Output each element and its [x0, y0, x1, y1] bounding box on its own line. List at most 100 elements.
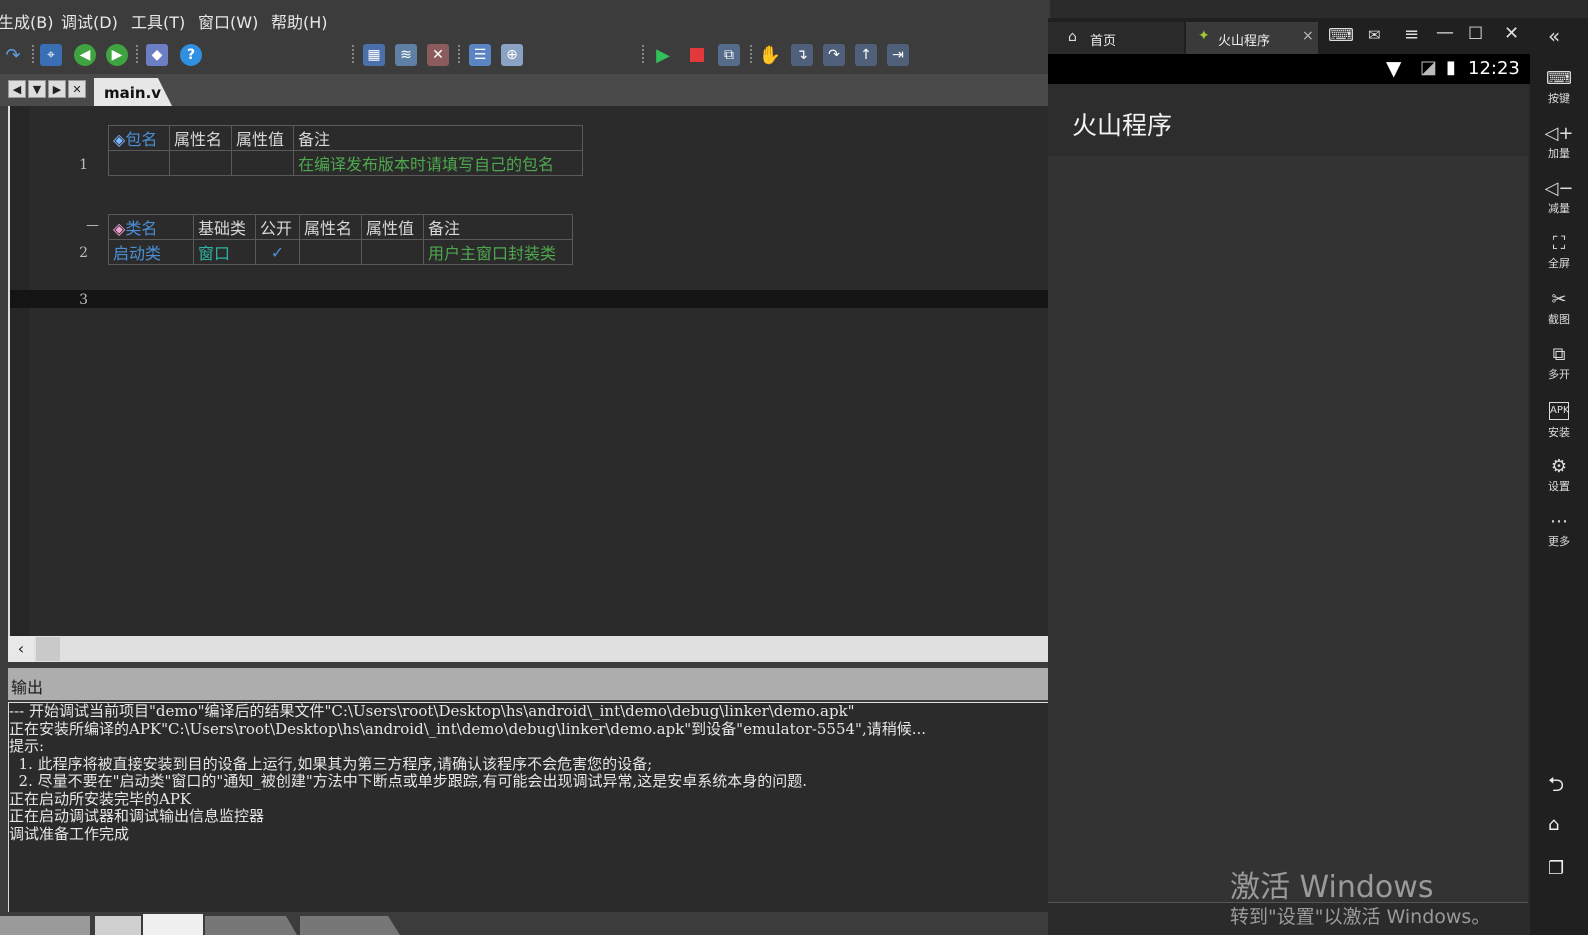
emulator-sidebar: « ⌨ 按键 ◁+ 加量 ◁− 减量 ⛶ 全屏 ✂ 截图 ⧉ 多开 APK 安装 ⚙ 设置 ⋯ 更…: [1530, 18, 1588, 935]
sidebar-install-apk[interactable]: APK 安装: [1530, 400, 1588, 440]
list-icon[interactable]: ☰: [469, 44, 491, 66]
toolbar-separator: [32, 45, 34, 65]
collapse-marker[interactable]: —: [86, 218, 99, 233]
menu-build[interactable]: 生成(B): [0, 9, 53, 33]
help-icon[interactable]: ?: [180, 44, 202, 66]
close-tab-icon[interactable]: ×: [1302, 28, 1314, 44]
book-icon[interactable]: ◆: [146, 44, 168, 66]
activation-watermark-hint: 转到"设置"以激活 Windows。: [1230, 906, 1491, 928]
bottom-tab[interactable]: [300, 916, 400, 935]
app-content-area[interactable]: [1048, 156, 1528, 903]
menu-window[interactable]: 窗口(W): [198, 9, 258, 33]
public-check-cell[interactable]: ✓: [255, 239, 300, 265]
attr-name-header: 属性名: [299, 214, 362, 240]
android-status-bar: ▼ ◪ ▮ 12:23: [1048, 54, 1530, 84]
package-name-cell[interactable]: [108, 150, 170, 176]
minimize-icon[interactable]: —: [1436, 22, 1454, 43]
gamepad-icon[interactable]: ⌨: [1328, 25, 1354, 46]
delete-icon[interactable]: ✕: [427, 44, 449, 66]
sidebar-volume-up[interactable]: ◁+ 加量: [1530, 123, 1588, 161]
attr-name-cell[interactable]: [299, 239, 362, 265]
sidebar-volume-down[interactable]: ◁− 减量: [1530, 178, 1588, 216]
remark-cell[interactable]: 用户主窗口封装类: [423, 239, 573, 265]
horizontal-scrollbar[interactable]: ‹: [8, 636, 1050, 662]
file-tab-main[interactable]: main.v: [94, 78, 172, 106]
public-header: 公开: [255, 214, 300, 240]
mail-icon[interactable]: ✉: [1368, 26, 1381, 44]
log-line: 2. 尽量不要在"启动类"窗口的"通知_被创建"方法中下断点或单步跟踪,有可能会…: [9, 772, 808, 790]
log-line: 正在启动调试器和调试输出信息监控器: [9, 807, 265, 825]
package-name-header: ◈包名: [108, 125, 170, 151]
tab-next-icon[interactable]: ▶: [48, 80, 66, 98]
tab-list-icon[interactable]: ▼: [28, 80, 46, 98]
step-into-icon[interactable]: ↴: [791, 44, 813, 66]
bottom-tab[interactable]: [205, 916, 297, 935]
file-tab-strip: ◀ ▼ ▶ ✕ main.v: [0, 74, 1050, 106]
attr-value-cell[interactable]: [361, 239, 424, 265]
class-name-header: ◈类名: [108, 214, 194, 240]
home-nav-icon[interactable]: ⌂: [1548, 814, 1559, 835]
fullscreen-icon: ⛶: [1552, 233, 1566, 254]
run-to-cursor-icon[interactable]: ⇥: [887, 44, 909, 66]
forward-arrow-icon[interactable]: ▶: [106, 44, 128, 66]
attr-name-header: 属性名: [169, 125, 232, 151]
volume-up-icon: ◁+: [1544, 123, 1574, 144]
find-icon[interactable]: ⌖: [40, 44, 62, 66]
bottom-tab-active[interactable]: [143, 914, 203, 935]
stop-icon[interactable]: [686, 44, 708, 66]
sidebar-more[interactable]: ⋯ 更多: [1530, 511, 1588, 549]
tab-close-icon[interactable]: ✕: [68, 80, 86, 98]
wifi-icon: ▼: [1386, 56, 1402, 80]
bottom-nav-buttons[interactable]: [0, 916, 90, 935]
maximize-icon[interactable]: ☐: [1468, 24, 1483, 44]
step-over-icon[interactable]: ↷: [823, 44, 845, 66]
current-line-highlight: [10, 290, 1052, 308]
tab-app[interactable]: ✦ 火山程序 ×: [1186, 22, 1318, 54]
remark-cell[interactable]: 在编译发布版本时请填写自己的包名: [293, 150, 583, 176]
tab-home[interactable]: ⌂ 首页: [1048, 22, 1184, 54]
scroll-thumb[interactable]: [36, 637, 60, 661]
attr-value-header: 属性值: [361, 214, 424, 240]
sidebar-multi-instance[interactable]: ⧉ 多开: [1530, 344, 1588, 382]
emulator-title-bar: ⌂ 首页 ✦ 火山程序 × ⌨ ✉ ≡ — ☐ ✕: [1048, 18, 1530, 54]
collapse-sidebar-icon[interactable]: «: [1548, 24, 1560, 48]
clock: 12:23: [1468, 58, 1520, 79]
log-line: 正在安装所编译的APK"C:\Users\root\Desktop\hs\and…: [9, 719, 927, 738]
attr-name-cell[interactable]: [169, 150, 232, 176]
bottom-tab-strip: [0, 912, 1050, 935]
back-arrow-icon[interactable]: ◀: [74, 44, 96, 66]
sidebar-screenshot[interactable]: ✂ 截图: [1530, 289, 1588, 327]
redo-icon[interactable]: ↷: [2, 44, 24, 66]
hand-icon[interactable]: ✋: [759, 44, 781, 66]
back-nav-icon[interactable]: ⮌: [1548, 770, 1564, 804]
sidebar-keys[interactable]: ⌨ 按键: [1530, 68, 1588, 106]
scroll-left-icon[interactable]: ‹: [8, 636, 34, 662]
chart-icon[interactable]: ▦: [363, 44, 385, 66]
menu-help[interactable]: 帮助(H): [271, 9, 328, 33]
log-line: 1. 此程序将被直接安装到目的设备上运行,如果其为第三方程序,请确认该程序不会危…: [9, 754, 653, 773]
close-icon[interactable]: ✕: [1504, 23, 1519, 44]
code-editor[interactable]: 1 — 2 3 ◈包名 属性名 属性值 备注 在编译发布版本时请填写自己的包名 …: [8, 106, 1052, 636]
zoom-window-icon[interactable]: ⊕: [501, 44, 523, 66]
volume-down-icon: ◁−: [1544, 178, 1574, 199]
step-out-icon[interactable]: ↑: [855, 44, 877, 66]
activation-watermark: 激活 Windows: [1230, 870, 1434, 905]
layers-icon[interactable]: ≋: [395, 44, 417, 66]
menu-tools[interactable]: 工具(T): [131, 9, 185, 33]
menu-icon[interactable]: ≡: [1404, 24, 1419, 45]
more-icon: ⋯: [1550, 511, 1568, 532]
base-class-cell[interactable]: 窗口: [193, 239, 256, 265]
sidebar-settings[interactable]: ⚙ 设置: [1530, 456, 1588, 494]
package-table: ◈包名 属性名 属性值 备注 在编译发布版本时请填写自己的包名: [108, 125, 583, 176]
debug-window-icon[interactable]: ⧉: [718, 44, 740, 66]
tab-prev-icon[interactable]: ◀: [8, 80, 26, 98]
run-icon[interactable]: ▶: [652, 44, 674, 66]
attr-value-cell[interactable]: [231, 150, 294, 176]
menu-debug[interactable]: 调试(D): [61, 9, 118, 33]
line-number: 1: [79, 157, 88, 173]
recents-nav-icon[interactable]: ❐: [1548, 858, 1564, 879]
output-log[interactable]: --- 开始调试当前项目"demo"编译后的结果文件"C:\Users\root…: [8, 702, 1050, 914]
sidebar-fullscreen[interactable]: ⛶ 全屏: [1530, 233, 1588, 271]
class-name-cell[interactable]: 启动类: [108, 239, 194, 265]
bottom-tab[interactable]: [95, 916, 141, 935]
